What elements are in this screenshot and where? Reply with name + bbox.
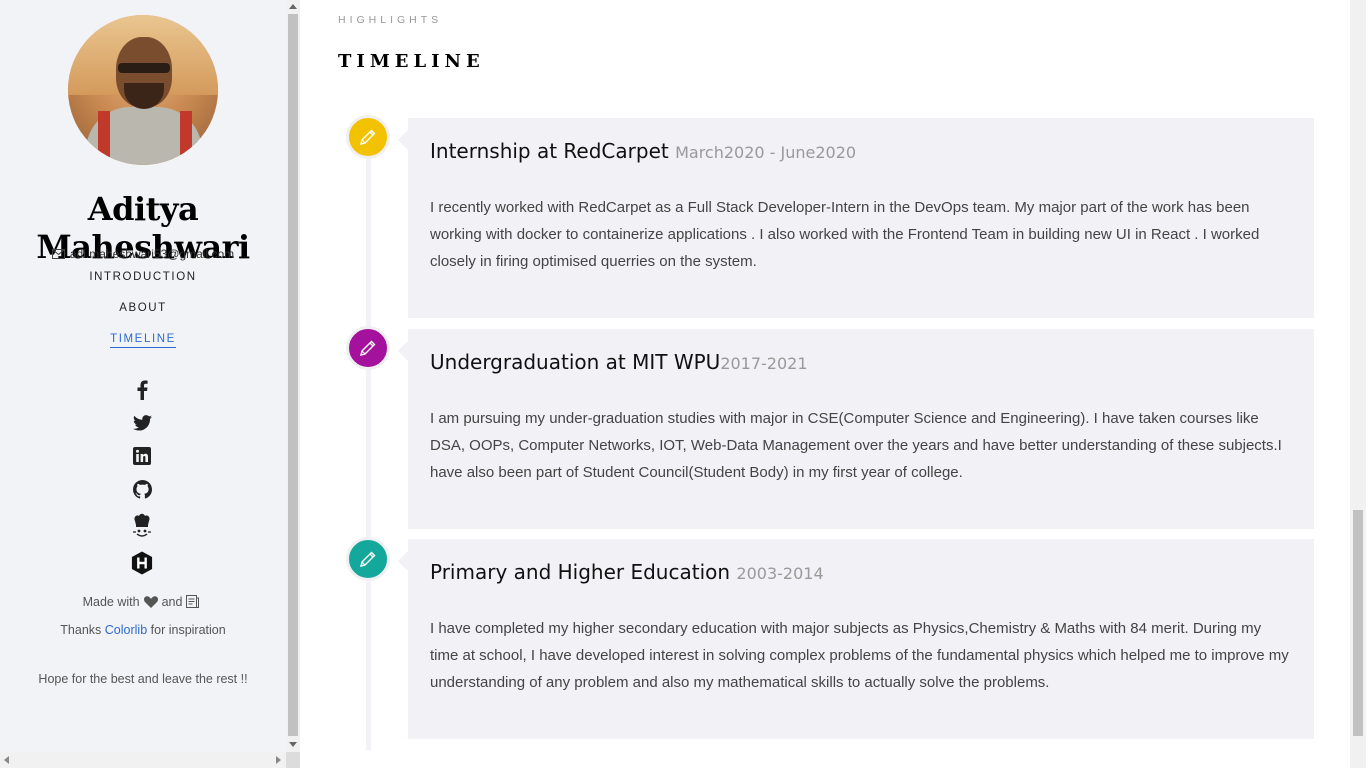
section-title: TIMELINE: [338, 51, 485, 72]
heart-icon: [143, 596, 158, 608]
entry-description: I recently worked with RedCarpet as a Fu…: [430, 199, 1260, 270]
timeline-marker-internship: [346, 115, 390, 159]
profile-avatar: [68, 15, 218, 165]
timeline-marker-undergraduation: [346, 326, 390, 370]
timeline-card-undergraduation: Undergraduation at MIT WPU2017-2021 I am…: [398, 329, 1314, 529]
mail-icon: [51, 249, 65, 259]
colorlib-link[interactable]: Colorlib: [105, 623, 147, 637]
scrollbar-corner: [286, 752, 300, 768]
timeline-card-internship: Internship at RedCarpet March2020 - June…: [398, 118, 1314, 318]
pencil-icon: [360, 340, 376, 356]
timeline-card-education: Primary and Higher Education 2003-2014 I…: [398, 539, 1314, 739]
sidebar-scroll-thumb[interactable]: [288, 14, 298, 736]
section-kicker: HIGHLIGHTS: [338, 14, 443, 26]
page-scroll-thumb[interactable]: [1353, 510, 1363, 736]
entry-title: Primary and Higher Education: [430, 560, 731, 584]
scroll-down-arrow-icon[interactable]: [289, 742, 297, 747]
sidebar: Aditya Maheshwari adi.maheshwari53@gmail…: [0, 0, 286, 768]
twitter-icon[interactable]: [131, 412, 153, 434]
github-icon[interactable]: [131, 478, 153, 500]
entry-date: 2003-2014: [736, 564, 824, 583]
nav-timeline[interactable]: TIMELINE: [0, 333, 286, 348]
scroll-left-arrow-icon[interactable]: [4, 756, 9, 764]
scroll-up-arrow-icon[interactable]: [289, 4, 297, 9]
made-with-line: Made with and: [0, 595, 286, 609]
pencil-icon: [360, 129, 376, 145]
codechef-icon[interactable]: [131, 512, 153, 540]
entry-title: Undergraduation at MIT WPU: [430, 350, 721, 374]
sidebar-horizontal-scrollbar[interactable]: [0, 752, 286, 768]
code-icon: [186, 595, 200, 608]
entry-description: I am pursuing my under-graduation studie…: [430, 410, 1282, 481]
footer-quote: Hope for the best and leave the rest !!: [38, 672, 248, 686]
entry-title: Internship at RedCarpet: [430, 139, 669, 163]
nav-introduction[interactable]: INTRODUCTION: [0, 271, 286, 283]
linkedin-icon[interactable]: [131, 445, 153, 467]
pencil-icon: [360, 551, 376, 567]
email-line: adi.maheshwari53@gmail.com: [0, 247, 286, 261]
entry-date: 2017-2021: [720, 354, 808, 373]
timeline-marker-education: [346, 537, 390, 581]
email-text[interactable]: adi.maheshwari53@gmail.com: [70, 247, 234, 261]
entry-date: March2020 - June2020: [675, 143, 857, 162]
thanks-line: Thanks Colorlib for inspiration: [60, 623, 226, 637]
hackerrank-icon[interactable]: [131, 550, 153, 576]
timeline-line: [366, 130, 371, 750]
scroll-right-arrow-icon[interactable]: [276, 756, 281, 764]
nav-about[interactable]: ABOUT: [0, 302, 286, 314]
facebook-icon[interactable]: [131, 379, 153, 401]
main-content: HIGHLIGHTS TIMELINE Internship at RedCar…: [300, 0, 1350, 768]
entry-description: I have completed my higher secondary edu…: [430, 620, 1289, 691]
